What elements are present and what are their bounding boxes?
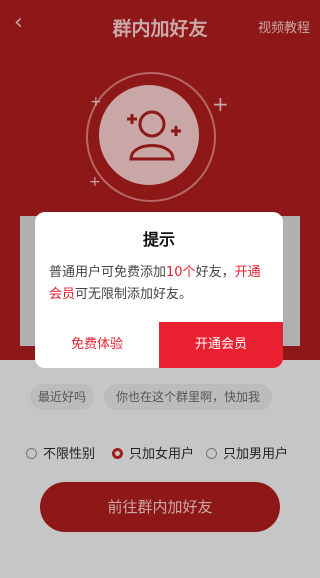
add-friends-page: ‹ 群内加好友 视频教程 + + + 最近好吗 你也在这个群里啊，快加我 不限性…	[0, 0, 320, 578]
nav-bar: ‹ 群内加好友 视频教程	[0, 0, 320, 52]
video-tutorial-link[interactable]: 视频教程	[258, 17, 310, 36]
greeting-chip[interactable]: 你也在这个群里啊，快加我	[104, 384, 272, 410]
gender-option-male[interactable]: 只加男用户	[206, 443, 288, 462]
gender-option-any[interactable]: 不限性别	[26, 443, 95, 462]
gender-label: 不限性别	[43, 447, 96, 462]
greeting-chip[interactable]: 最近好吗	[30, 384, 94, 410]
radio-icon[interactable]	[206, 448, 217, 459]
msg-count: 10个	[166, 265, 196, 280]
free-trial-button[interactable]: 免费体验	[35, 322, 159, 368]
add-friends-icon	[127, 110, 181, 161]
dialog-title: 提示	[142, 230, 175, 249]
tip-dialog: 提示 普通用户可免费添加10个好友，开通会员可无限制添加好友。 免费体验 开通会…	[35, 212, 283, 368]
radio-selected-icon[interactable]	[112, 448, 123, 459]
plus-icon: +	[90, 94, 102, 110]
msg-text: 可无限制添加好友。	[75, 287, 193, 302]
plus-icon: +	[212, 92, 229, 116]
msg-text: 好友，	[195, 265, 235, 280]
open-vip-button[interactable]: 开通会员	[159, 322, 283, 368]
gender-option-female[interactable]: 只加女用户	[112, 443, 194, 462]
radio-icon[interactable]	[26, 448, 37, 459]
dialog-message: 普通用户可免费添加10个好友，开通会员可无限制添加好友。	[49, 262, 271, 306]
go-to-group-button[interactable]: 前往群内加好友	[40, 482, 280, 532]
gender-label: 只加男用户	[223, 447, 289, 462]
msg-text: 普通用户可免费添加	[49, 265, 167, 280]
plus-icon: +	[89, 174, 101, 190]
gender-label: 只加女用户	[129, 447, 195, 462]
